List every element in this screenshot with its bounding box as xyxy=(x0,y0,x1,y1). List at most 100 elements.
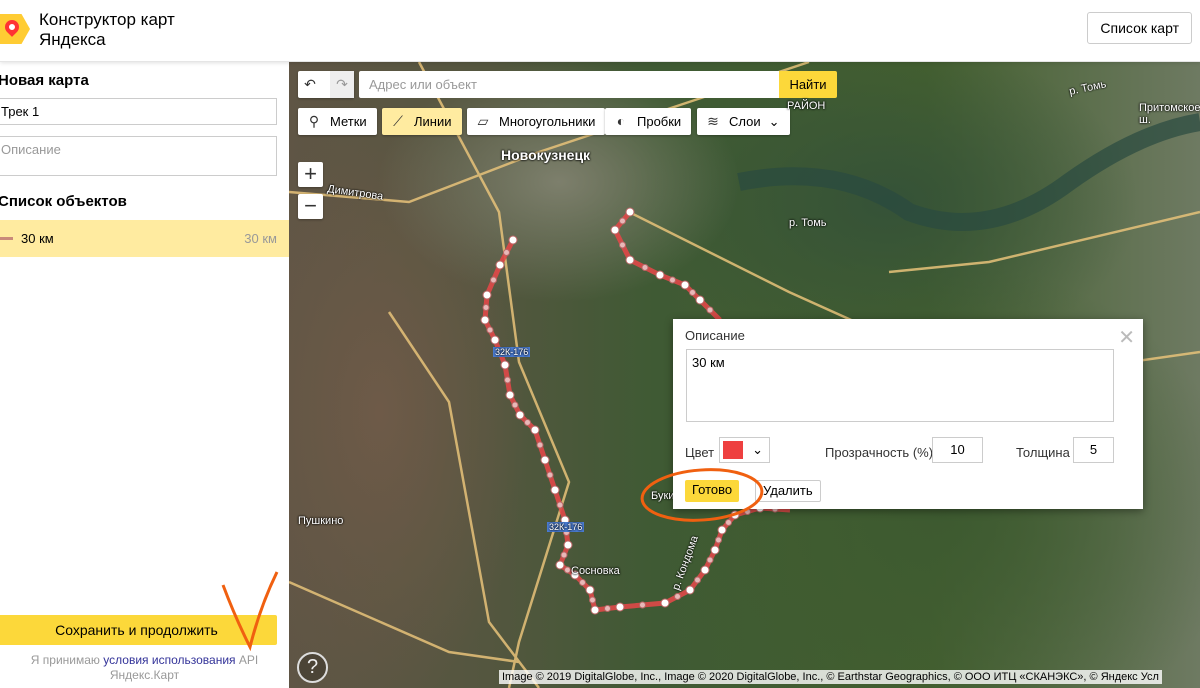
road-badge: 32К-176 xyxy=(547,522,585,532)
tool-traffic[interactable]: ◐ Пробки xyxy=(605,108,692,135)
yandex-maps-logo[interactable] xyxy=(0,14,30,44)
track-vertex[interactable] xyxy=(689,289,696,296)
pin-icon xyxy=(2,17,22,37)
zoom-in-button[interactable]: + xyxy=(298,162,323,187)
track-vertex[interactable] xyxy=(685,585,695,595)
map-label-village: Пушкино xyxy=(298,515,344,527)
terms-link[interactable]: условия использования xyxy=(103,653,235,667)
track-vertex[interactable] xyxy=(500,360,510,370)
track-vertex[interactable] xyxy=(615,602,625,612)
track-vertex[interactable] xyxy=(715,536,722,544)
header: Конструктор карт Яндекса Список карт xyxy=(0,0,1200,62)
width-input[interactable]: 5 xyxy=(1073,437,1114,463)
zoom-out-button[interactable]: − xyxy=(298,194,323,219)
track-vertex[interactable] xyxy=(700,565,710,575)
tool-placemarks[interactable]: ⚲ Метки xyxy=(298,108,377,135)
track-vertex[interactable] xyxy=(482,304,490,311)
track-vertex[interactable] xyxy=(625,255,635,265)
track-vertex[interactable] xyxy=(564,566,571,574)
track-vertex[interactable] xyxy=(555,560,565,570)
track-vertex[interactable] xyxy=(550,485,560,495)
track-vertex[interactable] xyxy=(669,276,676,284)
tool-label: Линии xyxy=(414,114,452,129)
undo-icon[interactable]: ↶ xyxy=(298,71,322,98)
track-vertex[interactable] xyxy=(505,390,515,400)
opacity-input[interactable]: 10 xyxy=(932,437,983,463)
track-vertex[interactable] xyxy=(495,260,505,270)
track-vertex[interactable] xyxy=(660,598,670,608)
track-vertex[interactable] xyxy=(710,545,720,555)
close-icon[interactable]: ✕ xyxy=(1118,325,1135,350)
track-vertex[interactable] xyxy=(585,585,595,595)
track-vertex[interactable] xyxy=(490,335,500,345)
track-vertex[interactable] xyxy=(639,601,646,609)
map[interactable]: ↶ ↷ Адрес или объект Найти ⚲ Метки ⟋ Линии … xyxy=(289,62,1200,688)
objects-heading: Список объектов xyxy=(0,193,127,210)
track-vertex[interactable] xyxy=(508,235,518,245)
description-textarea[interactable]: 30 км xyxy=(686,349,1114,422)
help-button[interactable]: ? xyxy=(297,652,328,683)
track-vertex[interactable] xyxy=(480,315,490,325)
track-vertex[interactable] xyxy=(694,576,701,584)
map-heading: Новая карта xyxy=(0,72,89,89)
map-label-river: р. Томь xyxy=(789,217,827,229)
search-input[interactable]: Адрес или объект xyxy=(359,71,779,98)
layers-icon: ≋ xyxy=(707,113,719,129)
track-vertex[interactable] xyxy=(655,270,665,280)
object-length: 30 км xyxy=(244,231,277,246)
line-icon: ⟋ xyxy=(393,113,403,129)
color-label: Цвет xyxy=(685,445,715,460)
map-description-input[interactable]: Описание xyxy=(0,136,277,176)
sidebar: Новая карта Трек 1 Описание Список объек… xyxy=(0,62,289,688)
traffic-icon: ◐ xyxy=(616,113,626,129)
track-vertex[interactable] xyxy=(641,264,649,271)
track-vertex[interactable] xyxy=(590,605,600,615)
track-vertex[interactable] xyxy=(674,593,681,600)
track-vertex[interactable] xyxy=(563,540,573,550)
track-vertex[interactable] xyxy=(560,551,568,559)
track-vertex[interactable] xyxy=(530,425,540,435)
tool-lines[interactable]: ⟋ Линии xyxy=(382,108,462,135)
track-vertex[interactable] xyxy=(524,419,531,426)
find-button[interactable]: Найти xyxy=(779,71,837,98)
tool-polygons[interactable]: ▱ Многоугольники xyxy=(467,108,606,135)
redo-icon[interactable]: ↷ xyxy=(330,71,354,98)
track-vertex[interactable] xyxy=(619,217,626,225)
object-name: 30 км xyxy=(21,231,54,246)
map-label-village: Сосновка xyxy=(571,565,620,577)
map-name-input[interactable]: Трек 1 xyxy=(0,98,277,125)
track-vertex[interactable] xyxy=(536,441,544,449)
chevron-down-icon: ⌄ xyxy=(768,114,780,129)
polygon-icon: ▱ xyxy=(477,113,489,129)
terms-prefix: Я принимаю xyxy=(30,653,100,667)
track-vertex[interactable] xyxy=(706,306,714,314)
title-line-1: Конструктор карт xyxy=(39,10,175,29)
track-vertex[interactable] xyxy=(579,579,586,586)
track-vertex[interactable] xyxy=(482,290,492,300)
track-vertex[interactable] xyxy=(490,276,497,284)
object-list-item[interactable]: 30 км 30 км xyxy=(0,220,289,257)
color-select[interactable]: ⌄ xyxy=(719,437,770,463)
track-vertex[interactable] xyxy=(695,295,705,305)
maps-list-button[interactable]: Список карт xyxy=(1087,12,1192,44)
track-vertex[interactable] xyxy=(546,471,554,479)
width-label: Толщина xyxy=(1016,445,1070,460)
track-vertex[interactable] xyxy=(486,326,494,334)
track-vertex[interactable] xyxy=(610,225,620,235)
track-vertex[interactable] xyxy=(625,207,635,217)
track-vertex[interactable] xyxy=(511,401,519,409)
track-vertex[interactable] xyxy=(556,501,564,509)
track-vertex[interactable] xyxy=(589,596,596,604)
track-vertex[interactable] xyxy=(503,249,510,256)
tool-layers[interactable]: ≋ Слои ⌄ xyxy=(697,108,790,135)
opacity-label: Прозрачность (%) xyxy=(825,445,934,460)
track-vertex[interactable] xyxy=(619,241,626,249)
track-vertex[interactable] xyxy=(515,410,525,420)
placemark-icon: ⚲ xyxy=(308,113,320,129)
track-vertex[interactable] xyxy=(680,280,690,290)
annotation-circle xyxy=(640,468,764,522)
track-vertex[interactable] xyxy=(706,556,714,564)
track-vertex[interactable] xyxy=(504,376,511,384)
track-vertex[interactable] xyxy=(604,605,611,612)
track-vertex[interactable] xyxy=(540,455,550,465)
